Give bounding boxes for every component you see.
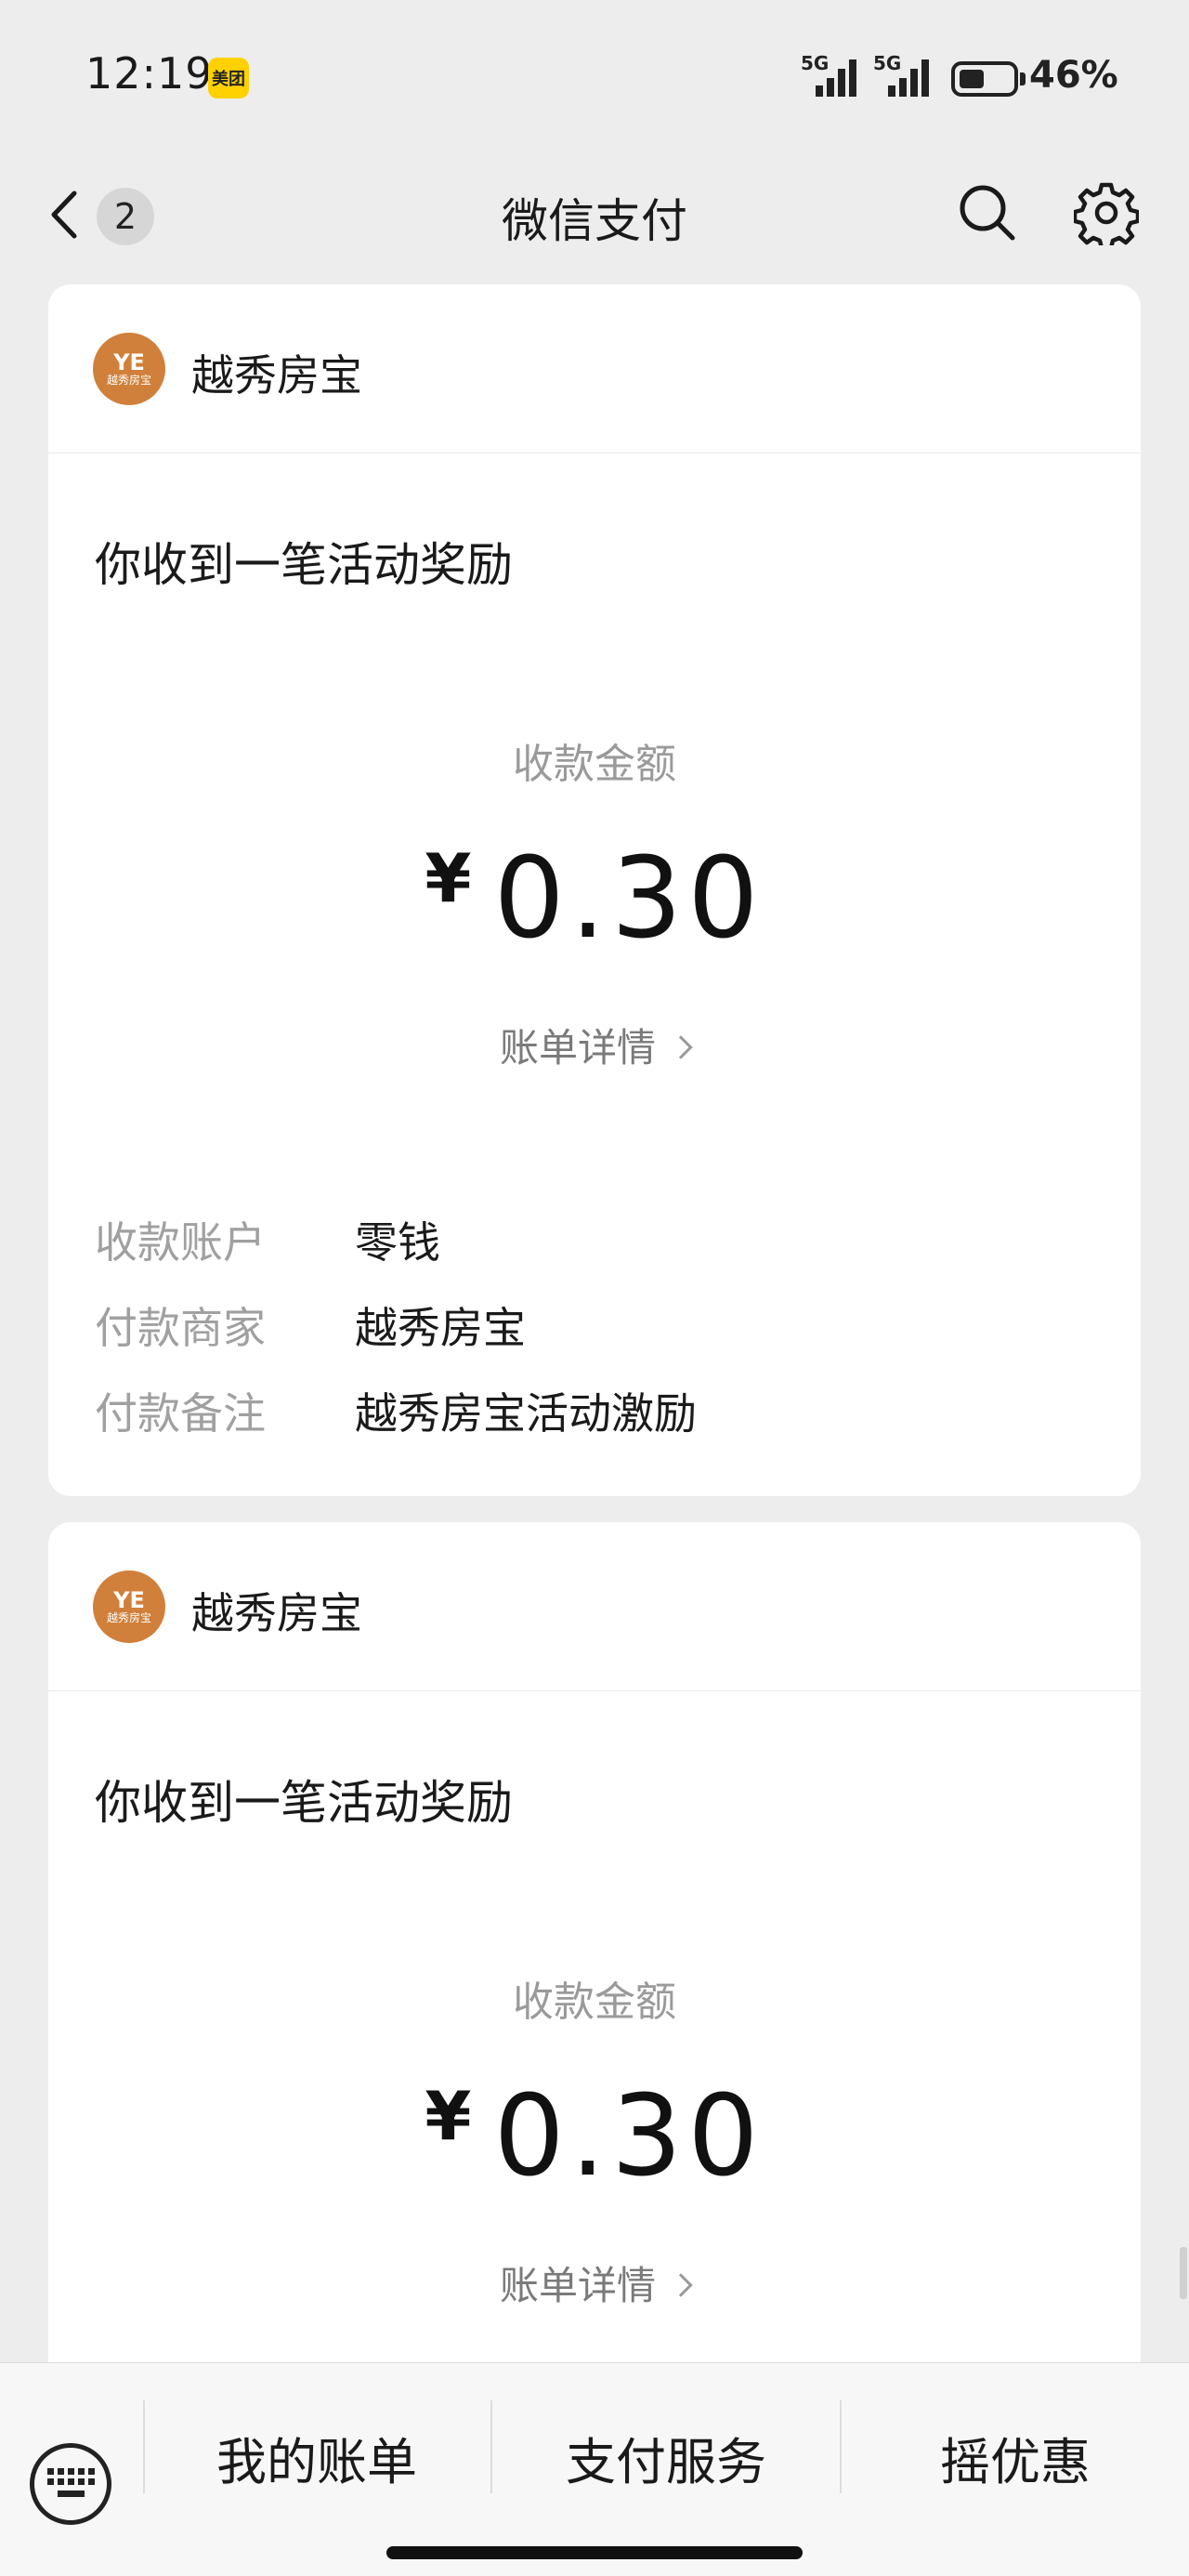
amount-label: 收款金额 bbox=[513, 1978, 676, 2026]
cellular-signal-icon bbox=[816, 59, 856, 97]
keyboard-keys bbox=[47, 2468, 95, 2497]
status-time: 12:19 bbox=[85, 48, 214, 99]
logo-text: 越秀房宝 bbox=[106, 374, 151, 387]
scrollbar-thumb[interactable] bbox=[1180, 2247, 1187, 2299]
merchant-logo: YE 越秀房宝 bbox=[93, 333, 165, 405]
merchant-logo: YE 越秀房宝 bbox=[93, 1571, 165, 1643]
row-value: 越秀房宝活动激励 bbox=[355, 1388, 697, 1439]
row-key: 收款账户 bbox=[95, 1217, 266, 1268]
amount-value: 0.30 bbox=[493, 2072, 764, 2201]
bottom-menu-bar: 我的账单 支付服务 摇优惠 bbox=[0, 2362, 1189, 2576]
row-value: 零钱 bbox=[355, 1217, 440, 1268]
chevron-right-icon bbox=[669, 2273, 693, 2297]
detail-row: 收款账户 零钱 bbox=[95, 1197, 697, 1282]
logo-mark-icon: YE bbox=[113, 1587, 145, 1613]
cellular-signal-icon bbox=[888, 59, 929, 97]
bill-detail-link[interactable]: 账单详情 bbox=[48, 2254, 1141, 2311]
bill-detail-link[interactable]: 账单详情 bbox=[48, 1017, 1141, 1073]
battery-icon bbox=[951, 61, 1018, 97]
search-icon[interactable] bbox=[957, 182, 1018, 243]
payment-message-card[interactable]: YE 越秀房宝 越秀房宝 你收到一笔活动奖励 收款金额 ¥0.30 账单详情 收… bbox=[48, 284, 1141, 1496]
detail-rows: 收款账户 零钱 付款商家 越秀房宝 付款备注 越秀房宝活动激励 bbox=[95, 1197, 697, 1453]
logo-mark-icon: YE bbox=[113, 349, 145, 375]
status-bar: 12:19 美团 5G 5G 46% bbox=[0, 0, 1189, 149]
row-key: 付款备注 bbox=[95, 1388, 266, 1439]
gear-icon[interactable] bbox=[1074, 180, 1139, 245]
chevron-right-icon bbox=[669, 1035, 693, 1059]
keyboard-icon[interactable] bbox=[30, 2443, 111, 2525]
bill-detail-label: 账单详情 bbox=[499, 2263, 656, 2308]
detail-row: 付款商家 越秀房宝 bbox=[95, 1282, 697, 1368]
amount-display: ¥0.30 bbox=[48, 2072, 1141, 2201]
menu-shake-discounts[interactable]: 摇优惠 bbox=[842, 2421, 1189, 2494]
battery-level bbox=[960, 70, 984, 88]
card-header: YE 越秀房宝 越秀房宝 bbox=[48, 1522, 1141, 1691]
currency-symbol: ¥ bbox=[425, 839, 472, 917]
currency-symbol: ¥ bbox=[425, 2077, 472, 2155]
menu-payment-services[interactable]: 支付服务 bbox=[492, 2421, 840, 2494]
message-title: 你收到一笔活动奖励 bbox=[95, 1776, 513, 1830]
amount-value: 0.30 bbox=[493, 835, 764, 964]
meituan-app-icon: 美团 bbox=[208, 58, 249, 99]
merchant-name: 越秀房宝 bbox=[191, 350, 362, 401]
logo-text: 越秀房宝 bbox=[106, 1611, 151, 1624]
home-indicator[interactable] bbox=[386, 2546, 803, 2559]
row-key: 付款商家 bbox=[95, 1303, 266, 1353]
amount-label: 收款金额 bbox=[513, 741, 676, 788]
battery-percent: 46% bbox=[1029, 54, 1118, 97]
message-title: 你收到一笔活动奖励 bbox=[95, 538, 513, 592]
card-header: YE 越秀房宝 越秀房宝 bbox=[48, 284, 1141, 453]
detail-row: 付款备注 越秀房宝活动激励 bbox=[95, 1368, 697, 1453]
nav-bar: 2 微信支付 bbox=[0, 149, 1189, 279]
battery-tip bbox=[1020, 72, 1026, 85]
bill-detail-label: 账单详情 bbox=[499, 1025, 656, 1071]
menu-my-bills[interactable]: 我的账单 bbox=[143, 2421, 490, 2494]
row-value: 越秀房宝 bbox=[355, 1303, 526, 1353]
merchant-name: 越秀房宝 bbox=[191, 1588, 362, 1638]
amount-display: ¥0.30 bbox=[48, 835, 1141, 964]
